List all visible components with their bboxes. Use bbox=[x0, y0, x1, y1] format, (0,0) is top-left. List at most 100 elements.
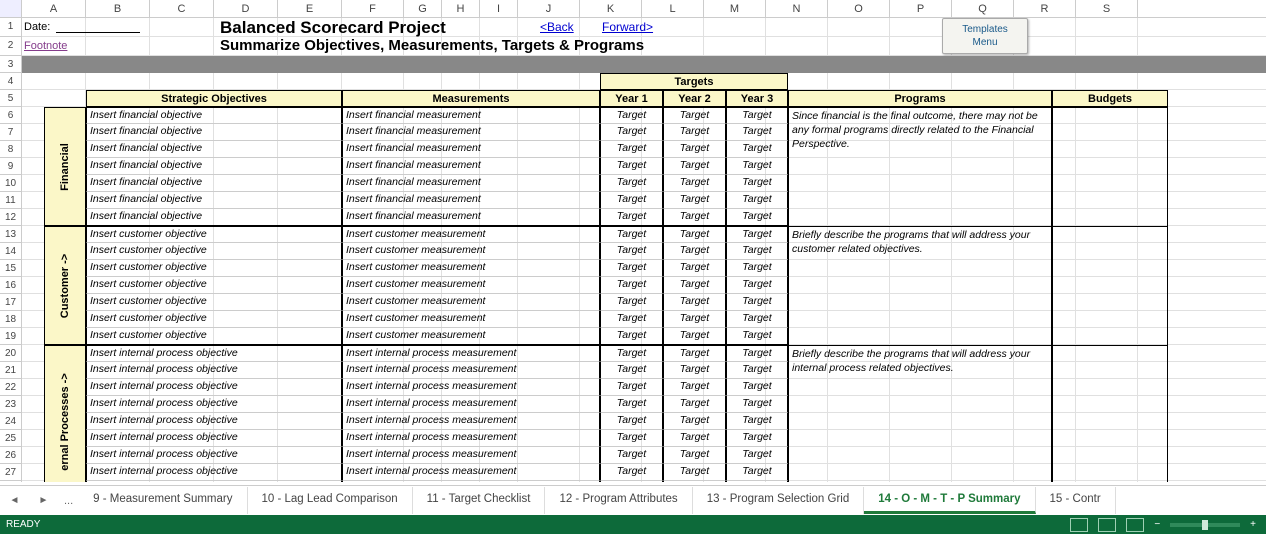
target-y2-cell[interactable]: Target bbox=[663, 464, 726, 481]
sheet-tab-1[interactable]: 10 - Lag Lead Comparison bbox=[248, 487, 413, 514]
row-header-22[interactable]: 22 bbox=[0, 379, 22, 396]
measurement-cell[interactable]: Insert internal process measurement bbox=[342, 396, 600, 413]
target-y3-cell[interactable]: Target bbox=[726, 413, 788, 430]
target-y1-cell[interactable]: Target bbox=[600, 124, 663, 141]
measurement-cell[interactable]: Insert internal process measurement bbox=[342, 430, 600, 447]
program-note-2[interactable]: Briefly describe the programs that will … bbox=[788, 345, 1052, 482]
target-y1-cell[interactable]: Target bbox=[600, 192, 663, 209]
target-y3-cell[interactable]: Target bbox=[726, 311, 788, 328]
row-header-15[interactable]: 15 bbox=[0, 260, 22, 277]
target-y1-cell[interactable]: Target bbox=[600, 413, 663, 430]
measurement-cell[interactable]: Insert financial measurement bbox=[342, 192, 600, 209]
target-y1-cell[interactable]: Target bbox=[600, 107, 663, 124]
row-header-12[interactable]: 12 bbox=[0, 209, 22, 226]
target-y2-cell[interactable]: Target bbox=[663, 311, 726, 328]
row-header-28[interactable]: 28 bbox=[0, 481, 22, 482]
target-y1-cell[interactable]: Target bbox=[600, 464, 663, 481]
target-y1-cell[interactable]: Target bbox=[600, 430, 663, 447]
objective-cell[interactable]: Insert financial objective bbox=[86, 175, 342, 192]
target-y2-cell[interactable]: Target bbox=[663, 362, 726, 379]
col-header-Q[interactable]: Q bbox=[952, 0, 1014, 17]
target-y1-cell[interactable]: Target bbox=[600, 141, 663, 158]
normal-view-icon[interactable] bbox=[1070, 518, 1088, 532]
measurement-cell[interactable]: Insert internal process measurement bbox=[342, 362, 600, 379]
target-y3-cell[interactable]: Target bbox=[726, 379, 788, 396]
objective-cell[interactable]: Insert customer objective bbox=[86, 311, 342, 328]
objective-cell[interactable]: Insert internal process objective bbox=[86, 481, 342, 482]
row-header-24[interactable]: 24 bbox=[0, 413, 22, 430]
target-y3-cell[interactable]: Target bbox=[726, 464, 788, 481]
cells-area[interactable]: Date: Footnote Balanced Scorecard Projec… bbox=[22, 18, 1266, 482]
col-header-A[interactable]: A bbox=[22, 0, 86, 17]
target-y3-cell[interactable]: Target bbox=[726, 396, 788, 413]
objective-cell[interactable]: Insert internal process objective bbox=[86, 396, 342, 413]
target-y2-cell[interactable]: Target bbox=[663, 260, 726, 277]
measurement-cell[interactable]: Insert customer measurement bbox=[342, 311, 600, 328]
target-y2-cell[interactable]: Target bbox=[663, 277, 726, 294]
target-y2-cell[interactable]: Target bbox=[663, 209, 726, 226]
objective-cell[interactable]: Insert customer objective bbox=[86, 277, 342, 294]
measurement-cell[interactable]: Insert financial measurement bbox=[342, 124, 600, 141]
measurement-cell[interactable]: Insert financial measurement bbox=[342, 158, 600, 175]
zoom-thumb[interactable] bbox=[1202, 520, 1208, 530]
row-header-10[interactable]: 10 bbox=[0, 175, 22, 192]
row-header-27[interactable]: 27 bbox=[0, 464, 22, 481]
objective-cell[interactable]: Insert internal process objective bbox=[86, 447, 342, 464]
row-header-8[interactable]: 8 bbox=[0, 141, 22, 158]
measurement-cell[interactable]: Insert internal process measurement bbox=[342, 345, 600, 362]
row-header-26[interactable]: 26 bbox=[0, 447, 22, 464]
target-y1-cell[interactable]: Target bbox=[600, 481, 663, 482]
objective-cell[interactable]: Insert customer objective bbox=[86, 226, 342, 243]
sheet-tab-0[interactable]: 9 - Measurement Summary bbox=[79, 487, 247, 514]
objective-cell[interactable]: Insert internal process objective bbox=[86, 345, 342, 362]
row-header-14[interactable]: 14 bbox=[0, 243, 22, 260]
target-y3-cell[interactable]: Target bbox=[726, 260, 788, 277]
target-y3-cell[interactable]: Target bbox=[726, 328, 788, 345]
objective-cell[interactable]: Insert customer objective bbox=[86, 328, 342, 345]
measurement-cell[interactable]: Insert customer measurement bbox=[342, 243, 600, 260]
tab-next-icon[interactable]: ► bbox=[39, 495, 49, 506]
measurement-cell[interactable]: Insert customer measurement bbox=[342, 294, 600, 311]
row-header-16[interactable]: 16 bbox=[0, 277, 22, 294]
target-y2-cell[interactable]: Target bbox=[663, 396, 726, 413]
target-y2-cell[interactable]: Target bbox=[663, 379, 726, 396]
measurement-cell[interactable]: Insert financial measurement bbox=[342, 209, 600, 226]
target-y3-cell[interactable]: Target bbox=[726, 362, 788, 379]
objective-cell[interactable]: Insert financial objective bbox=[86, 158, 342, 175]
row-header-13[interactable]: 13 bbox=[0, 226, 22, 243]
target-y2-cell[interactable]: Target bbox=[663, 413, 726, 430]
col-header-C[interactable]: C bbox=[150, 0, 214, 17]
target-y2-cell[interactable]: Target bbox=[663, 175, 726, 192]
objective-cell[interactable]: Insert customer objective bbox=[86, 294, 342, 311]
tab-overflow-left[interactable]: ... bbox=[58, 495, 79, 507]
footnote-link[interactable]: Footnote bbox=[24, 40, 67, 52]
target-y2-cell[interactable]: Target bbox=[663, 192, 726, 209]
objective-cell[interactable]: Insert financial objective bbox=[86, 124, 342, 141]
target-y1-cell[interactable]: Target bbox=[600, 260, 663, 277]
target-y3-cell[interactable]: Target bbox=[726, 192, 788, 209]
row-header-9[interactable]: 9 bbox=[0, 158, 22, 175]
target-y3-cell[interactable]: Target bbox=[726, 141, 788, 158]
sheet-tab-4[interactable]: 13 - Program Selection Grid bbox=[693, 487, 865, 514]
back-link[interactable]: <Back bbox=[540, 20, 574, 34]
row-header-11[interactable]: 11 bbox=[0, 192, 22, 209]
target-y1-cell[interactable]: Target bbox=[600, 277, 663, 294]
program-note-1[interactable]: Briefly describe the programs that will … bbox=[788, 226, 1052, 345]
measurement-cell[interactable]: Insert customer measurement bbox=[342, 277, 600, 294]
col-header-J[interactable]: J bbox=[518, 0, 580, 17]
col-header-N[interactable]: N bbox=[766, 0, 828, 17]
objective-cell[interactable]: Insert customer objective bbox=[86, 243, 342, 260]
objective-cell[interactable]: Insert internal process objective bbox=[86, 413, 342, 430]
target-y1-cell[interactable]: Target bbox=[600, 226, 663, 243]
target-y2-cell[interactable]: Target bbox=[663, 294, 726, 311]
target-y2-cell[interactable]: Target bbox=[663, 226, 726, 243]
col-header-B[interactable]: B bbox=[86, 0, 150, 17]
measurement-cell[interactable]: Insert internal process measurement bbox=[342, 447, 600, 464]
forward-link[interactable]: Forward> bbox=[602, 20, 653, 34]
select-all-corner[interactable] bbox=[0, 0, 22, 17]
budget-cell-1[interactable] bbox=[1052, 226, 1168, 345]
target-y2-cell[interactable]: Target bbox=[663, 481, 726, 482]
row-header-17[interactable]: 17 bbox=[0, 294, 22, 311]
target-y3-cell[interactable]: Target bbox=[726, 209, 788, 226]
target-y3-cell[interactable]: Target bbox=[726, 226, 788, 243]
